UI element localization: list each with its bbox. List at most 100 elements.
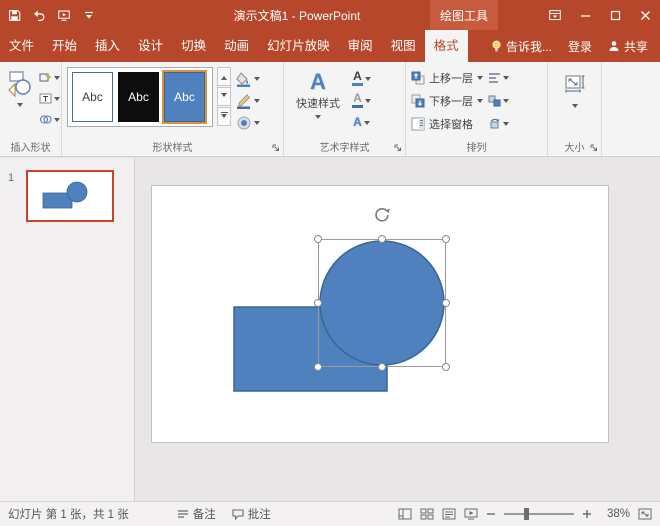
slide-canvas[interactable]: [151, 185, 609, 443]
text-fill-button[interactable]: A: [351, 69, 372, 88]
ribbon: 插入形状 Abc Abc Abc: [0, 62, 660, 157]
shape-fill-button[interactable]: [235, 69, 261, 88]
tab-animations[interactable]: 动画: [215, 30, 258, 62]
gallery-more-icon: [221, 112, 228, 121]
merge-shapes-button[interactable]: [38, 111, 61, 128]
send-backward-button[interactable]: 下移一层: [411, 90, 483, 111]
normal-view-button[interactable]: [398, 508, 412, 520]
sign-in-button[interactable]: 登录: [568, 38, 592, 55]
group-objects-icon: [488, 95, 501, 107]
rotation-handle[interactable]: [373, 206, 391, 224]
gallery-down-button[interactable]: [217, 87, 231, 106]
resize-handle-nw[interactable]: [314, 235, 322, 243]
resize-handle-sw[interactable]: [314, 363, 322, 371]
tab-transitions[interactable]: 切换: [172, 30, 215, 62]
customize-quick-access-button[interactable]: [81, 6, 97, 24]
wordart-dialog-launcher[interactable]: [393, 143, 403, 153]
tab-review[interactable]: 审阅: [339, 30, 382, 62]
resize-handle-n[interactable]: [378, 235, 386, 243]
tab-file[interactable]: 文件: [0, 30, 43, 62]
slide-thumbnails-panel: 1: [0, 158, 135, 501]
minimize-button[interactable]: [570, 0, 600, 30]
tab-slideshow[interactable]: 幻灯片放映: [258, 30, 339, 62]
save-button[interactable]: [6, 6, 22, 24]
notes-label: 备注: [193, 506, 216, 522]
text-outline-button[interactable]: A: [351, 91, 372, 110]
group-objects-button[interactable]: [487, 91, 510, 111]
selection-pane-icon: [411, 117, 425, 131]
quick-styles-button[interactable]: A 快速样式: [289, 67, 347, 140]
tell-me-box[interactable]: 告诉我...: [491, 38, 552, 55]
contextual-tab-group-label: 绘图工具: [430, 0, 498, 30]
zoom-level[interactable]: 38%: [600, 508, 630, 520]
slideshow-view-button[interactable]: [464, 508, 478, 520]
chevron-down-icon: [364, 121, 370, 128]
reading-view-button[interactable]: [442, 508, 456, 520]
powerpoint-window: 演示文稿1 - PowerPoint 绘图工具 文件 开始 插入 设计 切换 动…: [0, 0, 660, 526]
tab-format-active[interactable]: 格式: [425, 30, 468, 62]
slide-sorter-view-button[interactable]: [420, 508, 434, 520]
gallery-more-button[interactable]: [217, 107, 231, 126]
rotate-objects-button[interactable]: [487, 114, 510, 134]
shape-styles-gallery: Abc Abc Abc: [67, 67, 213, 127]
size-dialog-launcher[interactable]: [589, 143, 599, 153]
size-button[interactable]: [553, 67, 596, 114]
edit-shape-button[interactable]: [38, 69, 61, 86]
shape-style-chip-blue-selected[interactable]: Abc: [164, 72, 205, 122]
resize-handle-se[interactable]: [442, 363, 450, 371]
zoom-out-button[interactable]: [486, 509, 496, 519]
tab-insert[interactable]: 插入: [86, 30, 129, 62]
zoom-in-button[interactable]: [582, 509, 592, 519]
chevron-down-icon: [254, 121, 260, 128]
bring-forward-icon: [411, 71, 425, 85]
ribbon-display-options-button[interactable]: [540, 0, 570, 30]
window-controls: [540, 0, 660, 30]
selection-pane-button[interactable]: 选择窗格: [411, 113, 483, 134]
undo-button[interactable]: [31, 6, 47, 24]
bring-forward-button[interactable]: 上移一层: [411, 67, 483, 88]
shape-styles-dialog-launcher[interactable]: [271, 143, 281, 153]
share-button[interactable]: 共享: [608, 38, 648, 55]
maximize-button[interactable]: [600, 0, 630, 30]
group-wordart-styles: A 快速样式 A A A 艺术字样式: [284, 62, 406, 156]
shape-style-chip-black[interactable]: Abc: [118, 72, 159, 122]
gallery-up-button[interactable]: [217, 67, 231, 86]
slideshow-view-icon: [464, 508, 478, 520]
zoom-slider-thumb[interactable]: [524, 508, 529, 520]
shapes-gallery-button[interactable]: [5, 67, 35, 111]
resize-handle-ne[interactable]: [442, 235, 450, 243]
tab-design[interactable]: 设计: [129, 30, 172, 62]
status-bar: 幻灯片 第 1 张，共 1 张 备注 批注: [0, 501, 660, 526]
chevron-down-icon: [503, 122, 509, 129]
slide-thumbnail-1[interactable]: [26, 170, 114, 222]
merge-shapes-icon: [39, 114, 52, 125]
text-effects-button[interactable]: A: [351, 113, 372, 132]
zoom-slider[interactable]: [504, 513, 574, 515]
rotate-icon: [488, 118, 501, 130]
resize-handle-s[interactable]: [378, 363, 386, 371]
tab-home[interactable]: 开始: [43, 30, 86, 62]
text-box-button[interactable]: [38, 90, 61, 107]
resize-handle-w[interactable]: [314, 299, 322, 307]
notes-button[interactable]: 备注: [177, 506, 216, 522]
align-button[interactable]: [487, 68, 510, 88]
comments-label: 批注: [248, 506, 271, 522]
shape-effects-button[interactable]: [235, 113, 261, 132]
chevron-down-icon: [365, 99, 371, 106]
fit-slide-to-window-button[interactable]: [638, 508, 652, 520]
group-size: 大小: [548, 62, 602, 156]
comments-icon: [232, 509, 244, 520]
quick-styles-a-icon: A: [310, 70, 326, 94]
chevron-down-icon: [477, 76, 483, 83]
shape-outline-button[interactable]: [235, 91, 261, 110]
start-from-beginning-button[interactable]: [56, 6, 72, 24]
resize-handle-e[interactable]: [442, 299, 450, 307]
comments-button[interactable]: 批注: [232, 506, 271, 522]
chevron-down-icon: [572, 104, 578, 111]
chevron-down-icon: [477, 99, 483, 106]
slide-number: 1: [8, 172, 14, 184]
tab-view[interactable]: 视图: [382, 30, 425, 62]
shape-style-chip-outline[interactable]: Abc: [72, 72, 113, 122]
chevron-down-icon: [503, 99, 509, 106]
close-button[interactable]: [630, 0, 660, 30]
